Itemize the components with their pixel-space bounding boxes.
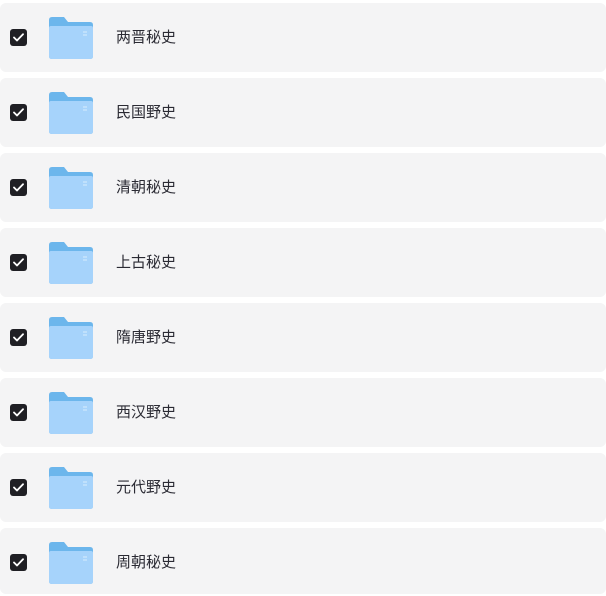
checkbox[interactable] bbox=[10, 104, 27, 121]
checkmark-icon bbox=[13, 333, 24, 342]
checkbox[interactable] bbox=[10, 254, 27, 271]
folder-name: 西汉野史 bbox=[116, 403, 177, 421]
folder-name: 清朝秘史 bbox=[116, 178, 177, 196]
checkbox[interactable] bbox=[10, 179, 27, 196]
checkbox[interactable] bbox=[10, 554, 27, 571]
list-item[interactable]: 上古秘史 bbox=[0, 228, 606, 297]
folder-name: 元代野史 bbox=[116, 478, 177, 496]
folder-icon bbox=[49, 467, 93, 509]
checkmark-icon bbox=[13, 483, 24, 492]
folder-icon bbox=[49, 392, 93, 434]
list-item[interactable]: 清朝秘史 bbox=[0, 153, 606, 222]
folder-name: 两晋秘史 bbox=[116, 28, 177, 46]
folder-icon bbox=[49, 542, 93, 584]
list-item[interactable]: 两晋秘史 bbox=[0, 3, 606, 72]
folder-list: 两晋秘史 民国野史 清朝秘史 上古秘史 隋唐野史 西汉野史 元代野史 周朝秘史 bbox=[0, 0, 606, 596]
folder-icon bbox=[49, 317, 93, 359]
folder-icon bbox=[49, 92, 93, 134]
checkmark-icon bbox=[13, 108, 24, 117]
list-item[interactable]: 周朝秘史 bbox=[0, 528, 606, 594]
checkbox[interactable] bbox=[10, 479, 27, 496]
checkmark-icon bbox=[13, 558, 24, 567]
folder-icon bbox=[49, 167, 93, 209]
list-item[interactable]: 民国野史 bbox=[0, 78, 606, 147]
list-item[interactable]: 隋唐野史 bbox=[0, 303, 606, 372]
folder-name: 民国野史 bbox=[116, 103, 177, 121]
folder-icon bbox=[49, 242, 93, 284]
folder-name: 隋唐野史 bbox=[116, 328, 177, 346]
folder-icon bbox=[49, 17, 93, 59]
checkbox[interactable] bbox=[10, 329, 27, 346]
folder-name: 上古秘史 bbox=[116, 253, 177, 271]
checkmark-icon bbox=[13, 183, 24, 192]
checkbox[interactable] bbox=[10, 404, 27, 421]
checkmark-icon bbox=[13, 408, 24, 417]
checkmark-icon bbox=[13, 258, 24, 267]
checkbox[interactable] bbox=[10, 29, 27, 46]
list-item[interactable]: 元代野史 bbox=[0, 453, 606, 522]
list-item[interactable]: 西汉野史 bbox=[0, 378, 606, 447]
folder-name: 周朝秘史 bbox=[116, 553, 177, 571]
checkmark-icon bbox=[13, 33, 24, 42]
